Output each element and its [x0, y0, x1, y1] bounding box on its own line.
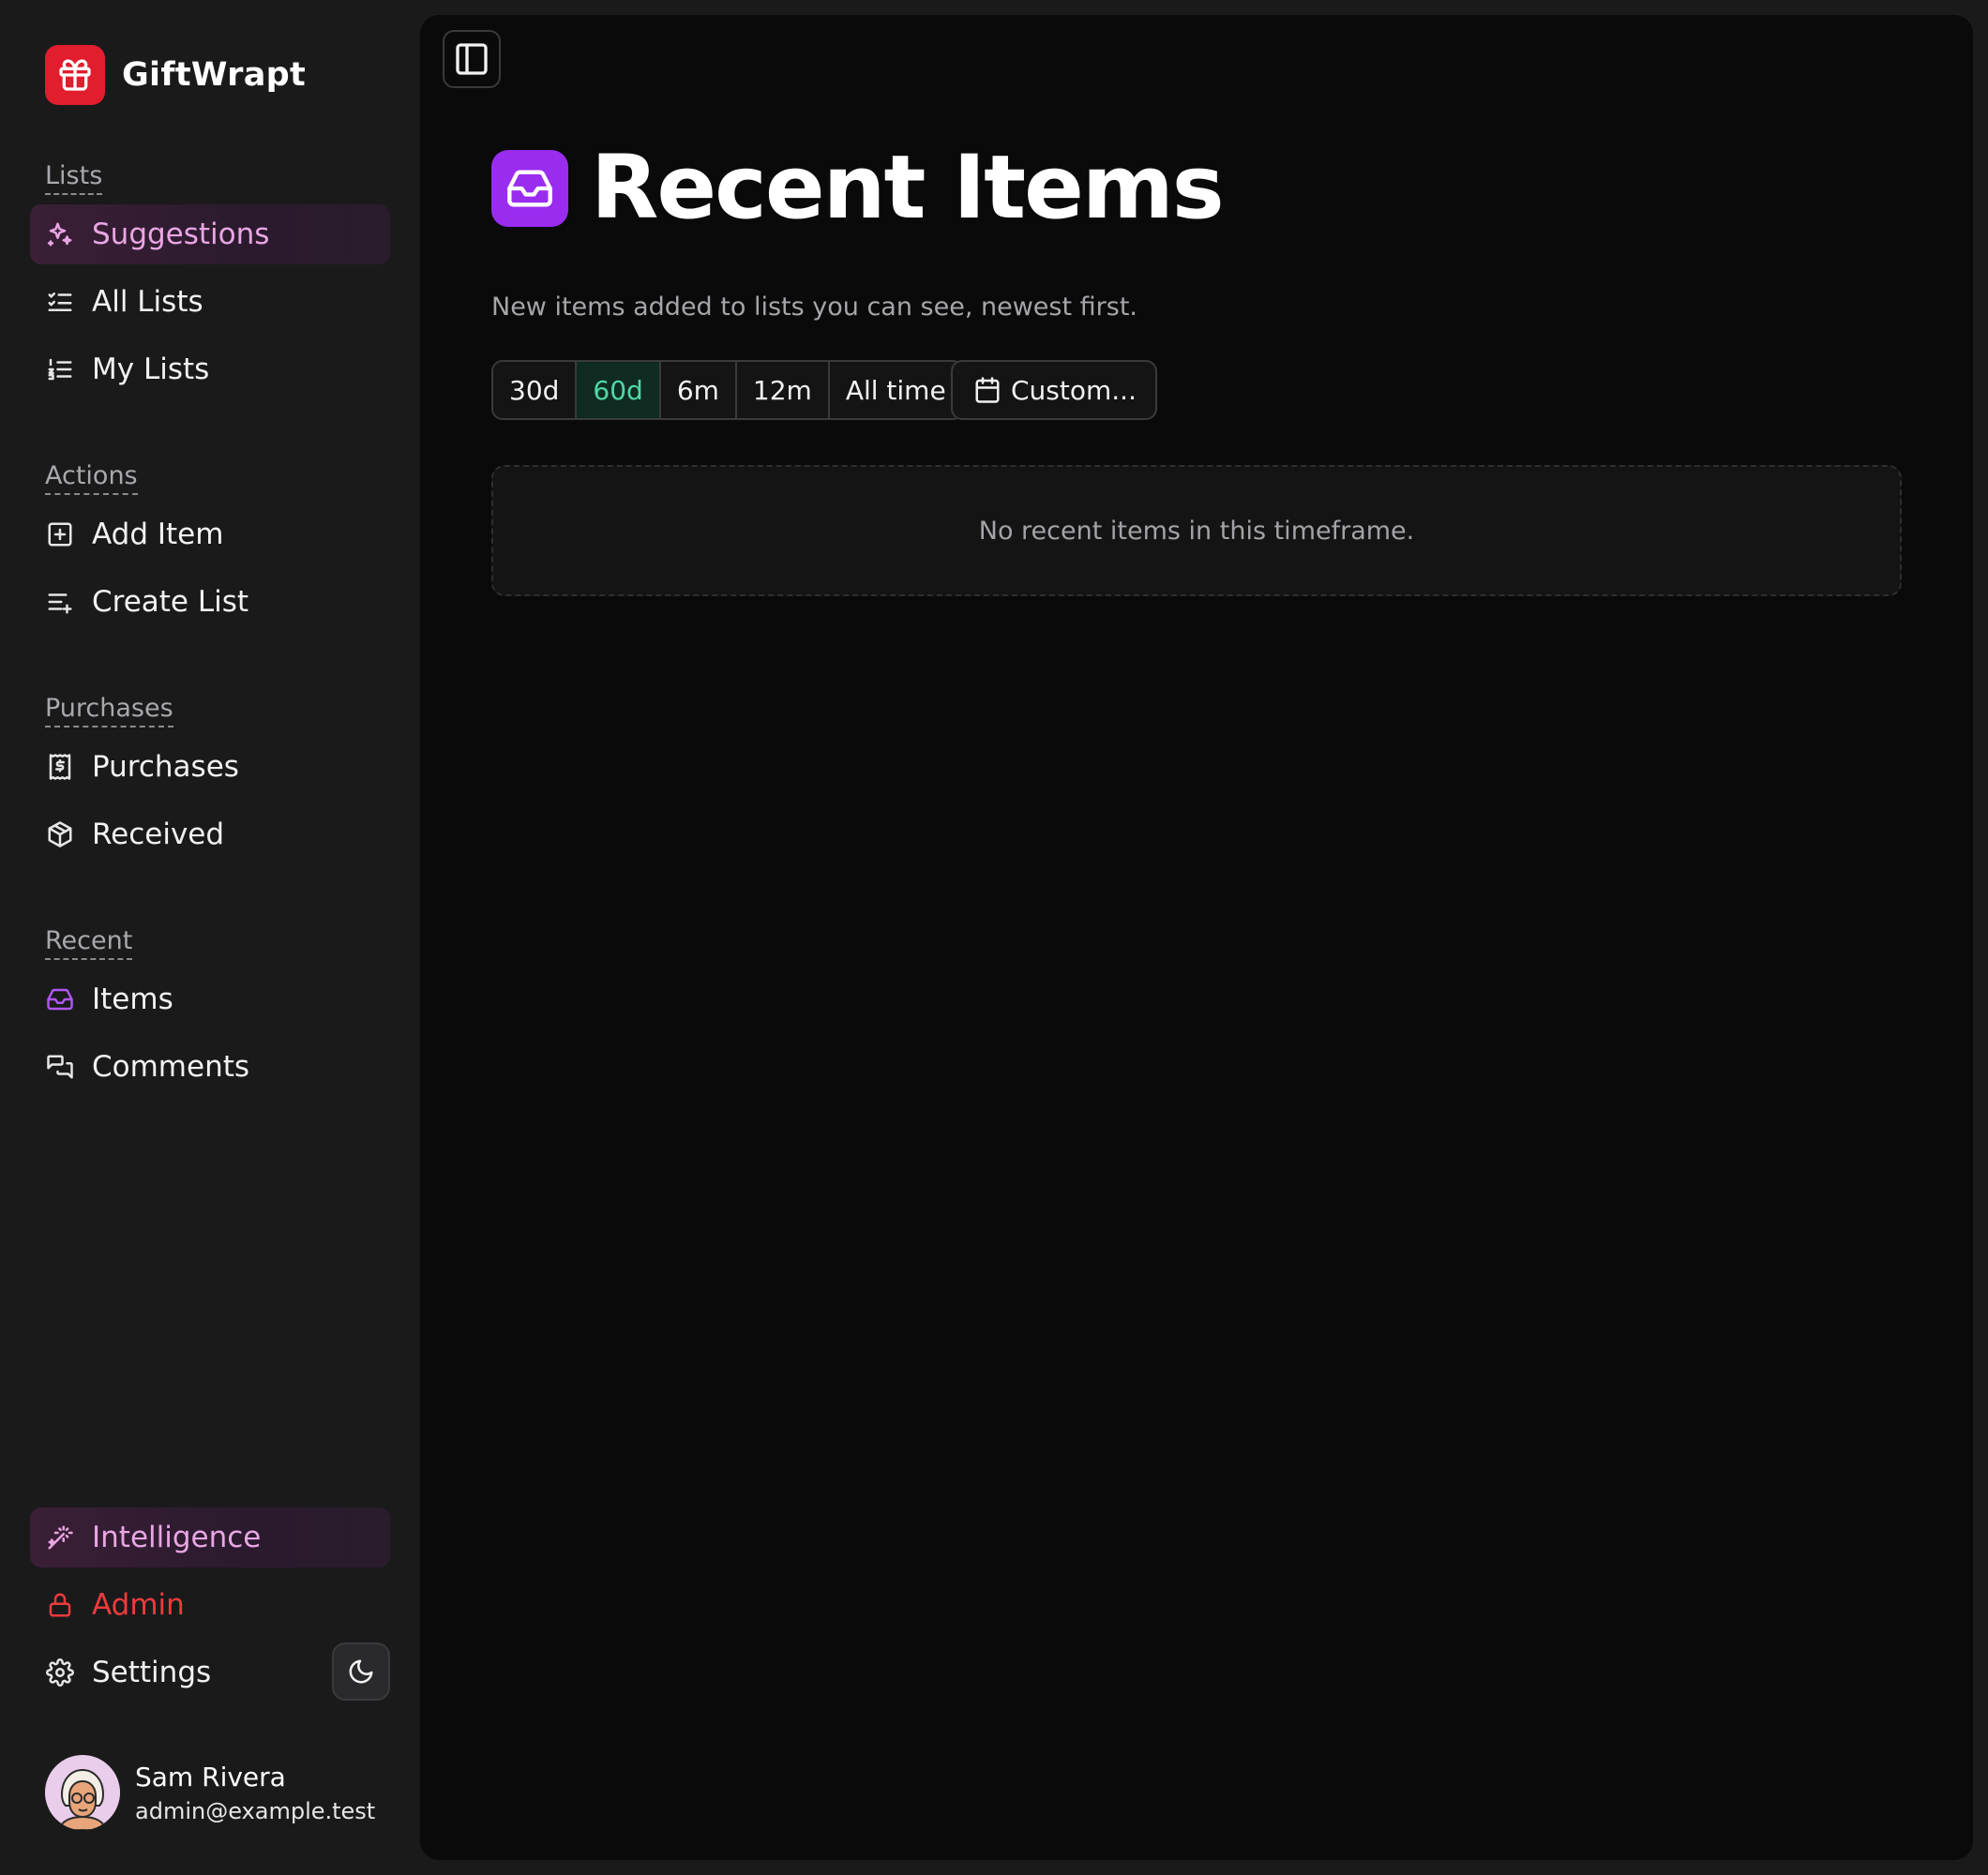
calendar-icon — [973, 376, 1002, 404]
gear-icon — [45, 1658, 75, 1688]
page-subtitle: New items added to lists you can see, ne… — [491, 292, 1138, 322]
nav-label: Settings — [92, 1656, 212, 1689]
sparkles-icon — [45, 219, 75, 249]
sidebar-toggle-button[interactable] — [443, 30, 501, 88]
section-label-lists: Lists — [45, 161, 103, 195]
moon-icon — [347, 1658, 375, 1686]
plus-square-icon — [45, 519, 75, 549]
package-icon — [45, 819, 75, 849]
list-checks-icon — [45, 287, 75, 317]
theme-toggle-button[interactable] — [332, 1642, 390, 1701]
nav-label: Admin — [92, 1588, 185, 1622]
empty-state-message: No recent items in this timeframe. — [978, 516, 1415, 546]
lock-icon — [45, 1590, 75, 1620]
messages-icon — [45, 1052, 75, 1082]
inbox-icon — [45, 984, 75, 1014]
nav-item-suggestions[interactable]: Suggestions — [30, 204, 390, 264]
range-30d-button[interactable]: 30d — [493, 362, 578, 418]
range-all-time-button[interactable]: All time — [829, 362, 962, 418]
nav-label: Items — [92, 982, 173, 1016]
page-title: Recent Items — [591, 137, 1225, 239]
timeframe-selector: 30d 60d 6m 12m All time — [491, 360, 964, 420]
nav-item-my-lists[interactable]: My Lists — [30, 339, 390, 399]
app: GiftWrapt Lists Suggestions All Lists My… — [0, 0, 1988, 1875]
range-60d-button[interactable]: 60d — [577, 362, 661, 418]
receipt-icon — [45, 752, 75, 782]
nav-label: Intelligence — [92, 1521, 262, 1554]
nav-label: Create List — [92, 585, 249, 619]
section-actions: Actions Add Item Create List — [30, 461, 390, 632]
nav-label: Add Item — [92, 518, 224, 551]
wand-icon — [45, 1522, 75, 1552]
brand[interactable]: GiftWrapt — [45, 45, 306, 105]
panel-left-icon — [453, 40, 490, 78]
app-name: GiftWrapt — [122, 56, 307, 94]
nav-item-create-list[interactable]: Create List — [30, 572, 390, 632]
list-ordered-icon — [45, 354, 75, 384]
nav-item-intelligence[interactable]: Intelligence — [30, 1508, 390, 1568]
section-lists: Lists Suggestions All Lists My Lists — [30, 161, 390, 399]
nav-label: All Lists — [92, 285, 203, 319]
range-6m-button[interactable]: 6m — [660, 362, 737, 418]
page-header: Recent Items — [491, 137, 1225, 239]
nav-item-all-lists[interactable]: All Lists — [30, 272, 390, 332]
nav-item-items[interactable]: Items — [30, 969, 390, 1029]
range-12m-button[interactable]: 12m — [736, 362, 830, 418]
empty-state: No recent items in this timeframe. — [491, 465, 1902, 596]
nav-item-admin[interactable]: Admin — [30, 1575, 390, 1635]
sidebar: GiftWrapt Lists Suggestions All Lists My… — [0, 0, 420, 1875]
custom-range-button[interactable]: Custom... — [951, 360, 1157, 420]
nav-label: Purchases — [92, 750, 239, 784]
nav-item-purchases[interactable]: Purchases — [30, 737, 390, 797]
user-email: admin@example.test — [135, 1797, 376, 1824]
nav-item-comments[interactable]: Comments — [30, 1037, 390, 1097]
nav-item-received[interactable]: Received — [30, 804, 390, 864]
section-recent: Recent Items Comments — [30, 926, 390, 1097]
section-label-actions: Actions — [45, 461, 138, 495]
nav-label: My Lists — [92, 352, 210, 386]
user-info: Sam Rivera admin@example.test — [135, 1762, 375, 1824]
section-purchases: Purchases Purchases Received — [30, 694, 390, 864]
section-label-purchases: Purchases — [45, 694, 173, 728]
user-profile[interactable]: Sam Rivera admin@example.test — [45, 1755, 375, 1830]
inbox-icon — [491, 149, 568, 227]
list-plus-icon — [45, 587, 75, 617]
main-panel: Recent Items New items added to lists yo… — [420, 15, 1973, 1860]
user-name: Sam Rivera — [135, 1761, 286, 1792]
nav-item-add-item[interactable]: Add Item — [30, 504, 390, 564]
nav-label: Received — [92, 818, 225, 851]
nav-item-settings[interactable]: Settings — [30, 1642, 390, 1702]
custom-range-label: Custom... — [1011, 374, 1137, 406]
section-label-recent: Recent — [45, 926, 133, 960]
section-bottom: Intelligence Admin Settings — [30, 1508, 390, 1702]
gift-icon — [45, 45, 105, 105]
nav-label: Comments — [92, 1050, 250, 1084]
nav-label: Suggestions — [92, 218, 270, 251]
avatar — [45, 1755, 120, 1830]
